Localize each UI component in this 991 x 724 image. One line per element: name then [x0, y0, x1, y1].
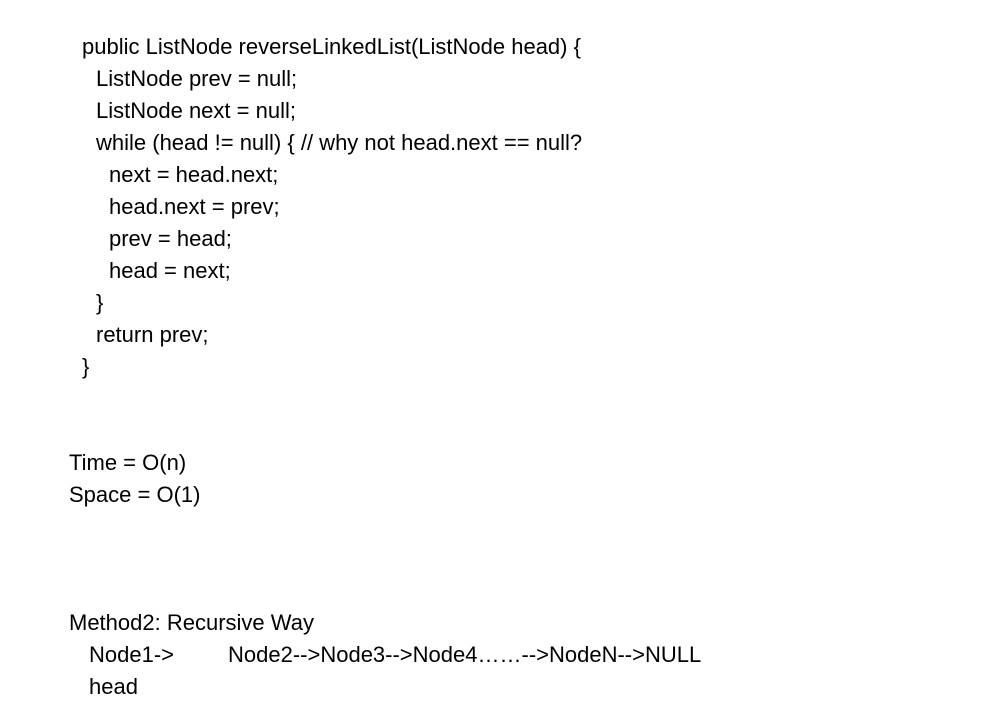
code-line-while: while (head != null) { // why not head.n…: [96, 130, 583, 155]
code-line-assign-prev: prev = head;: [109, 226, 232, 251]
code-line-next-decl: ListNode next = null;: [96, 98, 296, 123]
time-complexity: Time = O(n): [69, 450, 187, 475]
code-line-signature: public ListNode reverseLinkedList(ListNo…: [82, 34, 581, 59]
code-line-return: return prev;: [96, 322, 209, 347]
code-line-prev-decl: ListNode prev = null;: [96, 66, 298, 91]
node-chain: Node2-->Node3-->Node4……-->NodeN-->NULL: [228, 642, 702, 667]
code-line-assign-next: next = head.next;: [109, 162, 279, 187]
code-line-assign-head-next: head.next = prev;: [109, 194, 280, 219]
space-complexity: Space = O(1): [69, 482, 201, 507]
code-line-method-close: }: [82, 354, 90, 379]
head-label: head: [89, 674, 138, 699]
code-line-while-close: }: [96, 290, 104, 315]
method2-heading: Method2: Recursive Way: [69, 610, 314, 635]
code-line-assign-head: head = next;: [109, 258, 231, 283]
node1-label: Node1->: [89, 642, 175, 667]
